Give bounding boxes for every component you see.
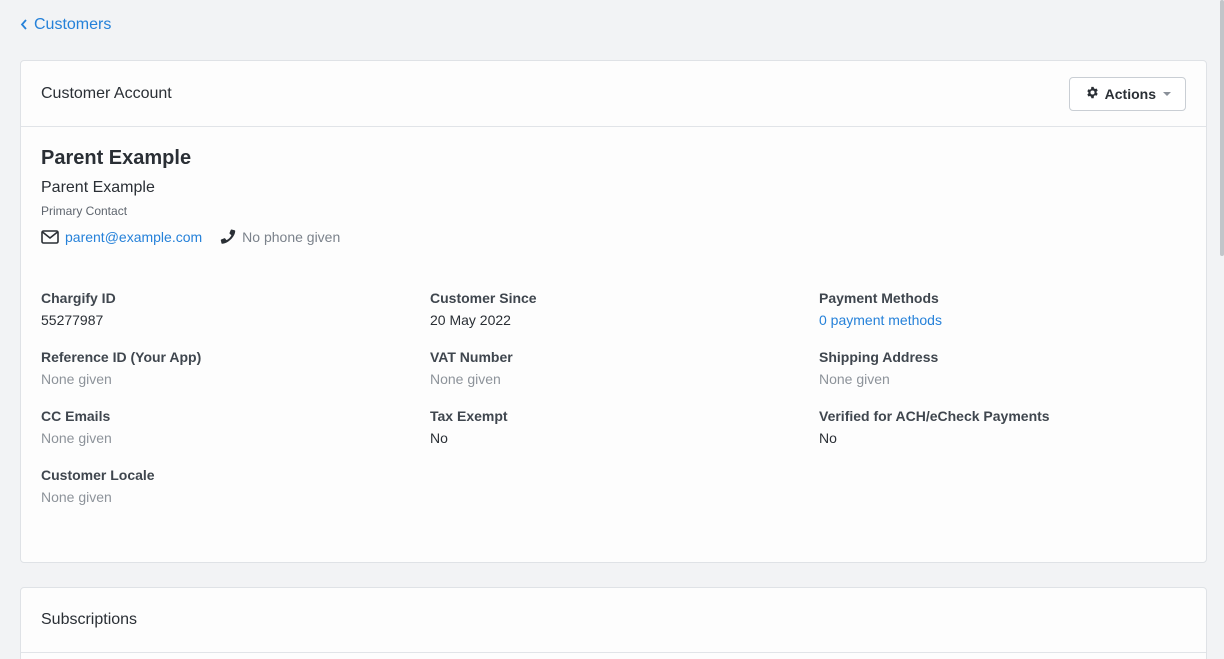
field-label: Customer Since <box>430 290 537 306</box>
account-field: Verified for ACH/eCheck Payments No <box>819 408 1208 446</box>
chevron-left-icon <box>20 18 28 33</box>
contact-details-row: parent@example.com No phone given <box>41 228 1186 246</box>
field-label: Reference ID (Your App) <box>41 349 202 365</box>
phone-icon <box>218 228 236 246</box>
caret-down-icon <box>1163 91 1171 96</box>
field-value: None given <box>41 430 112 446</box>
account-card-title: Customer Account <box>41 84 172 102</box>
field-label: Shipping Address <box>819 349 939 365</box>
field-label: VAT Number <box>430 349 513 365</box>
account-fields-grid: Chargify ID 55277987 Customer Since 20 May … <box>41 290 1186 505</box>
field-value-link[interactable]: 0 payment methods <box>819 312 1208 328</box>
contact-email-link[interactable]: parent@example.com <box>65 229 202 245</box>
account-field: Customer Since 20 May 2022 <box>430 290 819 328</box>
field-label: Payment Methods <box>819 290 939 306</box>
field-value: None given <box>41 489 112 505</box>
account-field: Customer Locale None given <box>41 467 430 505</box>
field-value: No <box>819 430 837 446</box>
actions-dropdown-button[interactable]: Actions <box>1068 76 1186 111</box>
field-value: None given <box>430 371 501 387</box>
field-value: 20 May 2022 <box>430 312 511 328</box>
account-field: VAT Number None given <box>430 349 819 387</box>
field-label: Verified for ACH/eCheck Payments <box>819 408 1050 424</box>
account-field: Tax Exempt No <box>430 408 819 446</box>
customer-page: Customers Customer Account Actions Paren… <box>0 0 1224 659</box>
contact-name: Parent Example <box>41 179 155 196</box>
gear-icon <box>1086 86 1099 102</box>
account-field: CC Emails None given <box>41 408 430 446</box>
customer-name: Parent Example <box>41 147 192 169</box>
subscriptions-card: Subscriptions <box>20 587 1207 659</box>
field-label: CC Emails <box>41 408 111 424</box>
field-value: None given <box>819 371 890 387</box>
field-label: Chargify ID <box>41 290 116 306</box>
account-card-body: Parent Example Parent Example Primary Co… <box>21 127 1206 505</box>
account-field: Reference ID (Your App) None given <box>41 349 430 387</box>
field-value: None given <box>41 371 112 387</box>
back-link-label: Customers <box>34 16 112 33</box>
back-to-customers-link[interactable]: Customers <box>20 16 111 34</box>
account-field: Shipping Address None given <box>819 349 1208 387</box>
account-field: Chargify ID 55277987 <box>41 290 430 328</box>
subscriptions-card-title: Subscriptions <box>41 611 138 628</box>
field-label: Tax Exempt <box>430 408 508 424</box>
subscriptions-card-header: Subscriptions <box>21 588 1206 653</box>
account-field: Payment Methods 0 payment methods <box>819 290 1208 328</box>
field-value: 55277987 <box>41 312 104 328</box>
page-scrollbar[interactable] <box>1220 0 1224 256</box>
account-card-header: Customer Account Actions <box>21 61 1206 127</box>
field-value: No <box>430 430 448 446</box>
actions-button-label: Actions <box>1104 85 1156 102</box>
contact-phone: No phone given <box>242 229 341 245</box>
envelope-icon <box>41 230 59 244</box>
field-label: Customer Locale <box>41 467 155 483</box>
customer-account-card: Customer Account Actions Parent Example … <box>20 60 1207 563</box>
contact-role: Primary Contact <box>41 204 128 218</box>
